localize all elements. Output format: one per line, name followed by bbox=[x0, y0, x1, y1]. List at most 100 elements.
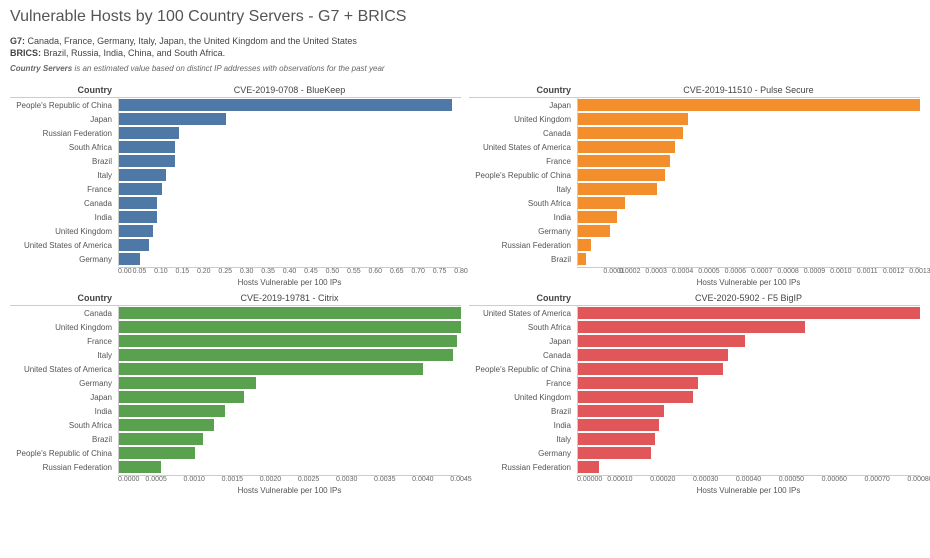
bar-cell bbox=[577, 182, 920, 196]
bar-cell bbox=[577, 432, 920, 446]
chart-row: United States of America bbox=[469, 140, 920, 154]
bar bbox=[119, 307, 461, 319]
bar-cell bbox=[118, 320, 461, 334]
tick-label: 0.50 bbox=[326, 268, 340, 275]
chart-row: Italy bbox=[10, 348, 461, 362]
bar bbox=[578, 349, 728, 361]
row-label: United States of America bbox=[469, 140, 577, 154]
bar bbox=[578, 405, 664, 417]
column-header-country: Country bbox=[10, 291, 118, 305]
tick-label: 0.0000 bbox=[118, 476, 139, 483]
chart-row: India bbox=[10, 404, 461, 418]
row-label: Russian Federation bbox=[10, 126, 118, 140]
bar-cell bbox=[118, 252, 461, 266]
chart-row: United Kingdom bbox=[469, 112, 920, 126]
bar-cell bbox=[118, 362, 461, 376]
chart-row: Italy bbox=[10, 168, 461, 182]
chart-title: CVE-2019-0708 - BlueKeep bbox=[118, 83, 461, 97]
x-axis-label: Hosts Vulnerable per 100 IPs bbox=[697, 486, 801, 495]
row-label: Germany bbox=[469, 446, 577, 460]
bar bbox=[578, 99, 920, 111]
x-axis-label: Hosts Vulnerable per 100 IPs bbox=[697, 278, 801, 287]
bar-cell bbox=[577, 112, 920, 126]
bar bbox=[578, 211, 617, 223]
chart-row: Russian Federation bbox=[469, 460, 920, 474]
note-line: Country Servers is an estimated value ba… bbox=[10, 64, 920, 73]
row-label: South Africa bbox=[469, 320, 577, 334]
row-label: France bbox=[10, 182, 118, 196]
chart-row: France bbox=[10, 182, 461, 196]
chart-row: Germany bbox=[10, 376, 461, 390]
chart-row: France bbox=[10, 334, 461, 348]
bar bbox=[119, 239, 149, 251]
row-label: Brazil bbox=[469, 404, 577, 418]
row-label: Canada bbox=[10, 196, 118, 210]
bar-cell bbox=[118, 140, 461, 154]
row-label: United States of America bbox=[10, 362, 118, 376]
tick-label: 0.00020 bbox=[650, 476, 675, 483]
row-label: France bbox=[10, 334, 118, 348]
tick-label: 0.45 bbox=[304, 268, 318, 275]
x-axis: 0.00010.00020.00030.00040.00050.00060.00… bbox=[577, 267, 920, 287]
row-label: United Kingdom bbox=[10, 320, 118, 334]
row-label: Russian Federation bbox=[469, 238, 577, 252]
bar-cell bbox=[118, 432, 461, 446]
tick-label: 0.65 bbox=[390, 268, 404, 275]
tick-label: 0.00080 bbox=[907, 476, 930, 483]
tick-label: 0.0004 bbox=[672, 268, 693, 275]
tick-label: 0.25 bbox=[218, 268, 232, 275]
row-label: United States of America bbox=[10, 238, 118, 252]
bar bbox=[119, 211, 157, 223]
tick-label: 0.30 bbox=[240, 268, 254, 275]
tick-label: 0.0040 bbox=[412, 476, 433, 483]
tick-label: 0.75 bbox=[433, 268, 447, 275]
bar-cell bbox=[118, 182, 461, 196]
chart-row: Japan bbox=[10, 112, 461, 126]
chart-row: France bbox=[469, 376, 920, 390]
tick-label: 0.0009 bbox=[804, 268, 825, 275]
bar bbox=[119, 321, 461, 333]
chart-0: CountryCVE-2019-0708 - BlueKeepPeople's … bbox=[10, 83, 461, 287]
chart-2: CountryCVE-2019-19781 - CitrixCanadaUnit… bbox=[10, 291, 461, 495]
row-label: South Africa bbox=[469, 196, 577, 210]
row-label: Japan bbox=[469, 98, 577, 112]
chart-row: United States of America bbox=[10, 238, 461, 252]
chart-title: CVE-2020-5902 - F5 BigIP bbox=[577, 291, 920, 305]
bar bbox=[119, 169, 166, 181]
bar bbox=[119, 99, 452, 111]
g7-line: G7: Canada, France, Germany, Italy, Japa… bbox=[10, 36, 920, 46]
row-label: Germany bbox=[10, 376, 118, 390]
bar bbox=[578, 113, 688, 125]
row-label: Italy bbox=[10, 348, 118, 362]
bar-cell bbox=[577, 320, 920, 334]
bar-cell bbox=[577, 252, 920, 266]
row-label: Canada bbox=[10, 306, 118, 320]
bar-cell bbox=[118, 460, 461, 474]
row-label: Japan bbox=[469, 334, 577, 348]
chart-row: South Africa bbox=[469, 196, 920, 210]
tick-label: 0.0030 bbox=[336, 476, 357, 483]
tick-label: 0.0045 bbox=[450, 476, 471, 483]
row-label: Italy bbox=[10, 168, 118, 182]
tick-label: 0.00070 bbox=[864, 476, 889, 483]
bar-cell bbox=[118, 210, 461, 224]
tick-label: 0.40 bbox=[283, 268, 297, 275]
chart-row: United States of America bbox=[10, 362, 461, 376]
x-axis: 0.000.050.100.150.200.250.300.350.400.45… bbox=[118, 267, 461, 287]
row-label: Canada bbox=[469, 348, 577, 362]
tick-label: 0.0035 bbox=[374, 476, 395, 483]
bar bbox=[119, 461, 161, 473]
chart-row: Russian Federation bbox=[10, 126, 461, 140]
tick-label: 0.60 bbox=[368, 268, 382, 275]
chart-row: Germany bbox=[469, 446, 920, 460]
bar-cell bbox=[118, 126, 461, 140]
tick-label: 0.0003 bbox=[645, 268, 666, 275]
tick-label: 0.0020 bbox=[260, 476, 281, 483]
row-label: South Africa bbox=[10, 418, 118, 432]
bar bbox=[119, 127, 179, 139]
bar-cell bbox=[118, 98, 461, 112]
bar bbox=[119, 155, 175, 167]
chart-row: South Africa bbox=[10, 418, 461, 432]
tick-label: 0.35 bbox=[261, 268, 275, 275]
bar bbox=[119, 197, 157, 209]
